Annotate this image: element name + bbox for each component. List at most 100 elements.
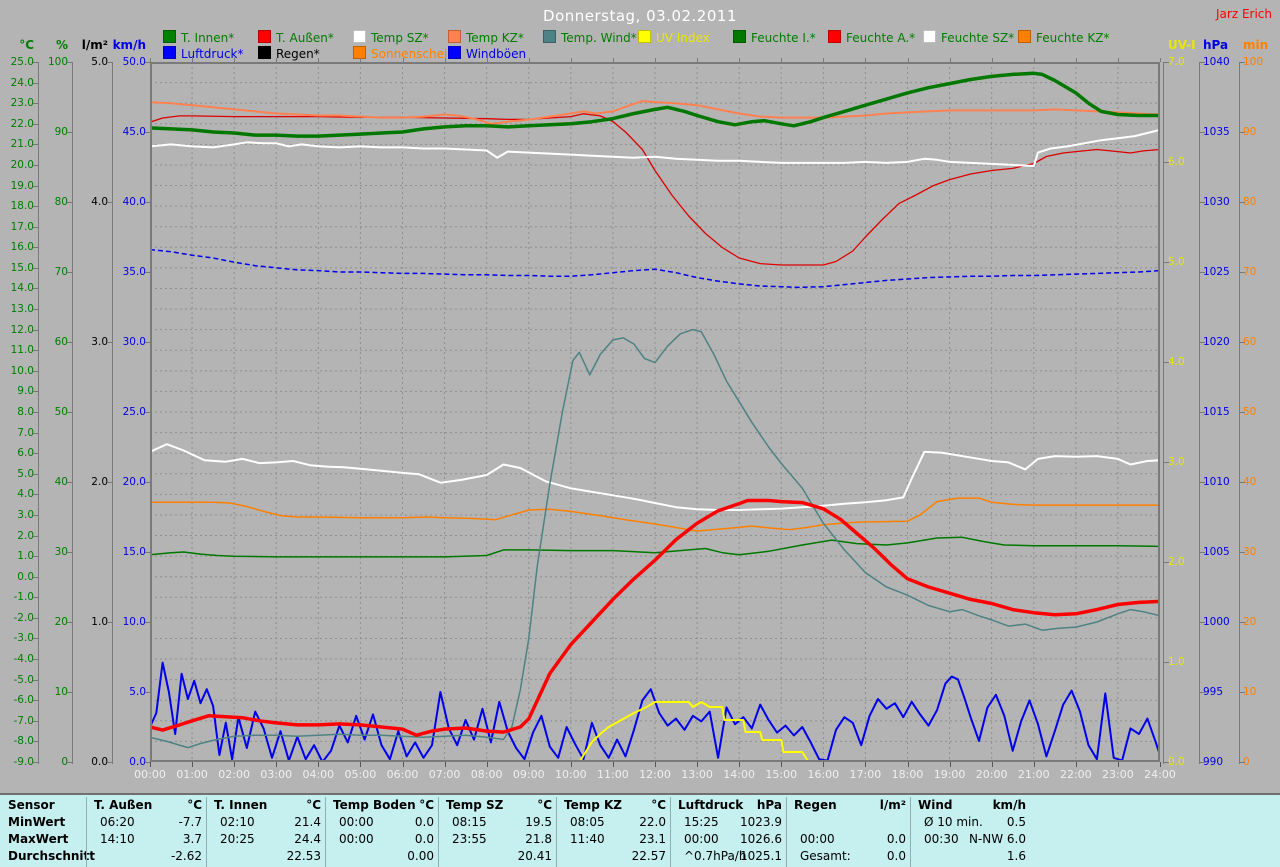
- table-avg-value: 1025.1: [740, 849, 782, 863]
- axis-tick-mark: [33, 288, 39, 290]
- axis-tick-label: 60: [1243, 336, 1257, 348]
- axis-tick-label: 1005: [1203, 546, 1230, 558]
- axis-tick-label: 20: [54, 616, 68, 628]
- axis-tick-label: -6.0: [13, 694, 35, 707]
- axis-tick-mark: [33, 576, 39, 578]
- legend-swatch: [448, 30, 461, 43]
- axis-tick-mark: [33, 432, 39, 434]
- axis-tick-label: -8.0: [13, 735, 35, 748]
- axis-tick-mark: [33, 103, 39, 105]
- table-group-unit: l/m²: [879, 798, 906, 812]
- x-tick-mark: [781, 762, 783, 767]
- axis-tick-label: 5.0: [1168, 256, 1185, 268]
- legend-swatch: [353, 30, 366, 43]
- x-tick-mark: [697, 762, 699, 767]
- axis-tick-label: 21.0: [10, 138, 34, 151]
- axis-tick-mark: [33, 185, 39, 187]
- axis-tick-mark: [67, 272, 73, 273]
- axis-tick-mark: [33, 597, 39, 599]
- axis-tick-mark: [1163, 62, 1169, 63]
- x-tick-label: 11:00: [597, 768, 629, 781]
- x-tick-label: 01:00: [176, 768, 208, 781]
- axis-tick-mark: [145, 622, 151, 623]
- axis-tick-label: 22.0: [10, 117, 34, 130]
- axis-tick-label: 0: [61, 756, 68, 768]
- axis-tick-label: -1.0: [13, 591, 35, 604]
- axis-tick-label: 12.0: [10, 323, 34, 336]
- axis-tick-label: 25.0: [122, 406, 146, 418]
- x-tick-mark-top: [1117, 58, 1119, 62]
- axis-tick-label: 5.0: [91, 56, 108, 68]
- x-tick-mark-top: [192, 58, 194, 62]
- axis-tick-label: 990: [1203, 756, 1224, 768]
- axis-tick-label: 100: [47, 56, 68, 68]
- x-tick-mark-top: [739, 58, 741, 62]
- axis-tick-mark: [1239, 762, 1245, 763]
- axis-tick-label: 2.0: [1168, 556, 1185, 568]
- axis-line-kmh: [150, 62, 151, 764]
- legend-swatch: [733, 30, 746, 43]
- legend-label: Feuchte SZ*: [941, 31, 1015, 45]
- axis-tick-label: 6.0: [17, 447, 34, 460]
- x-tick-label: 02:00: [218, 768, 250, 781]
- axis-line-uv: [1163, 62, 1164, 764]
- x-tick-mark-top: [1075, 58, 1077, 62]
- axis-tick-mark: [1239, 202, 1245, 203]
- x-tick-mark-top: [402, 58, 404, 62]
- axis-tick-label: 7.0: [17, 426, 34, 439]
- legend-item: Feuchte I.*: [733, 30, 816, 45]
- axis-tick-label: -5.0: [13, 673, 35, 686]
- legend-swatch: [543, 30, 556, 43]
- table-separator: [86, 797, 87, 867]
- legend-swatch: [923, 30, 936, 43]
- axis-tick-mark: [145, 202, 151, 203]
- axis-tick-mark: [1239, 342, 1245, 343]
- x-tick-label: 17:00: [849, 768, 882, 781]
- table-separator: [786, 797, 787, 867]
- axis-tick-mark: [1239, 552, 1245, 553]
- axis-tick-mark: [145, 62, 151, 63]
- axis-tick-label: 17.0: [10, 220, 34, 233]
- axis-tick-mark: [33, 247, 39, 249]
- axis-tick-label: 50: [1243, 406, 1257, 418]
- legend-label: Sonnenschein: [371, 47, 455, 61]
- x-tick-label: 05:00: [344, 768, 377, 781]
- axis-tick-mark: [67, 412, 73, 413]
- axis-header-lm2: l/m²: [81, 38, 108, 52]
- axis-tick-label: 90: [1243, 126, 1257, 138]
- axis-tick-mark: [1199, 762, 1205, 763]
- axis-tick-label: 10: [54, 686, 68, 698]
- axis-tick-mark: [1199, 272, 1205, 273]
- axis-tick-label: 0.0: [17, 570, 34, 583]
- axis-tick-mark: [1239, 482, 1245, 483]
- axis-tick-mark: [145, 272, 151, 273]
- axis-tick-label: 5.0: [17, 467, 34, 480]
- axis-tick-label: 35.0: [122, 266, 146, 278]
- axis-tick-mark: [33, 473, 39, 475]
- x-tick-mark-top: [276, 58, 278, 62]
- axis-tick-label: -2.0: [13, 611, 35, 624]
- legend-label: Feuchte I.*: [751, 31, 816, 45]
- axis-tick-label: 0.0: [91, 756, 108, 768]
- axis-tick-mark: [33, 329, 39, 331]
- axis-tick-label: 16.0: [10, 241, 34, 254]
- table-min-value: 21.4: [294, 815, 321, 829]
- legend-swatch: [828, 30, 841, 43]
- legend-swatch: [163, 46, 176, 59]
- x-tick-mark: [823, 762, 825, 767]
- legend-item: Sonnenschein: [353, 46, 455, 61]
- axis-tick-label: 23.0: [10, 97, 34, 110]
- axis-tick-mark: [1163, 262, 1169, 263]
- x-tick-mark: [655, 762, 656, 767]
- axis-tick-mark: [1239, 412, 1245, 413]
- axis-tick-mark: [33, 741, 39, 743]
- x-tick-mark-top: [150, 58, 151, 62]
- axis-tick-mark: [33, 535, 39, 537]
- axis-tick-mark: [1163, 662, 1169, 663]
- legend-item: UV Index: [638, 30, 710, 45]
- table-min-value: 0.5: [1006, 815, 1026, 829]
- table-row-label: MinWert: [8, 815, 66, 829]
- axis-tick-label: 0.0: [129, 756, 146, 768]
- axis-tick-label: 15.0: [10, 261, 34, 274]
- axis-tick-mark: [145, 412, 151, 413]
